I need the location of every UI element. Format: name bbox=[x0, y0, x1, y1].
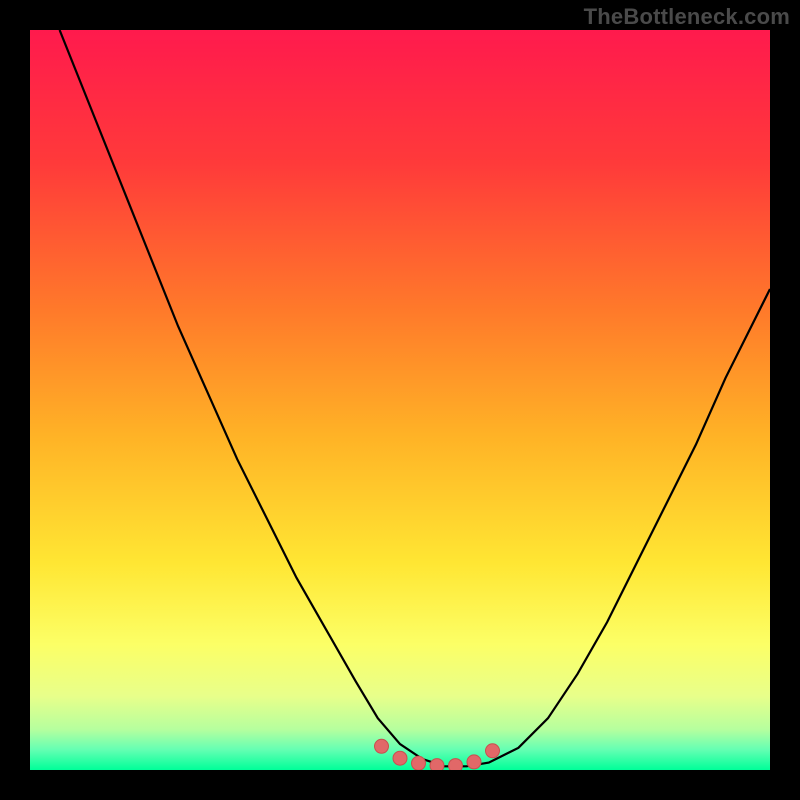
chart-frame: TheBottleneck.com bbox=[0, 0, 800, 800]
sweet-spot-marker bbox=[467, 755, 481, 769]
gradient-background bbox=[30, 30, 770, 770]
bottleneck-chart bbox=[30, 30, 770, 770]
sweet-spot-marker bbox=[393, 751, 407, 765]
sweet-spot-marker bbox=[486, 744, 500, 758]
watermark-text: TheBottleneck.com bbox=[584, 4, 790, 30]
sweet-spot-marker bbox=[375, 739, 389, 753]
plot-area bbox=[30, 30, 770, 770]
sweet-spot-marker bbox=[449, 759, 463, 770]
sweet-spot-marker bbox=[430, 759, 444, 770]
sweet-spot-marker bbox=[412, 756, 426, 770]
